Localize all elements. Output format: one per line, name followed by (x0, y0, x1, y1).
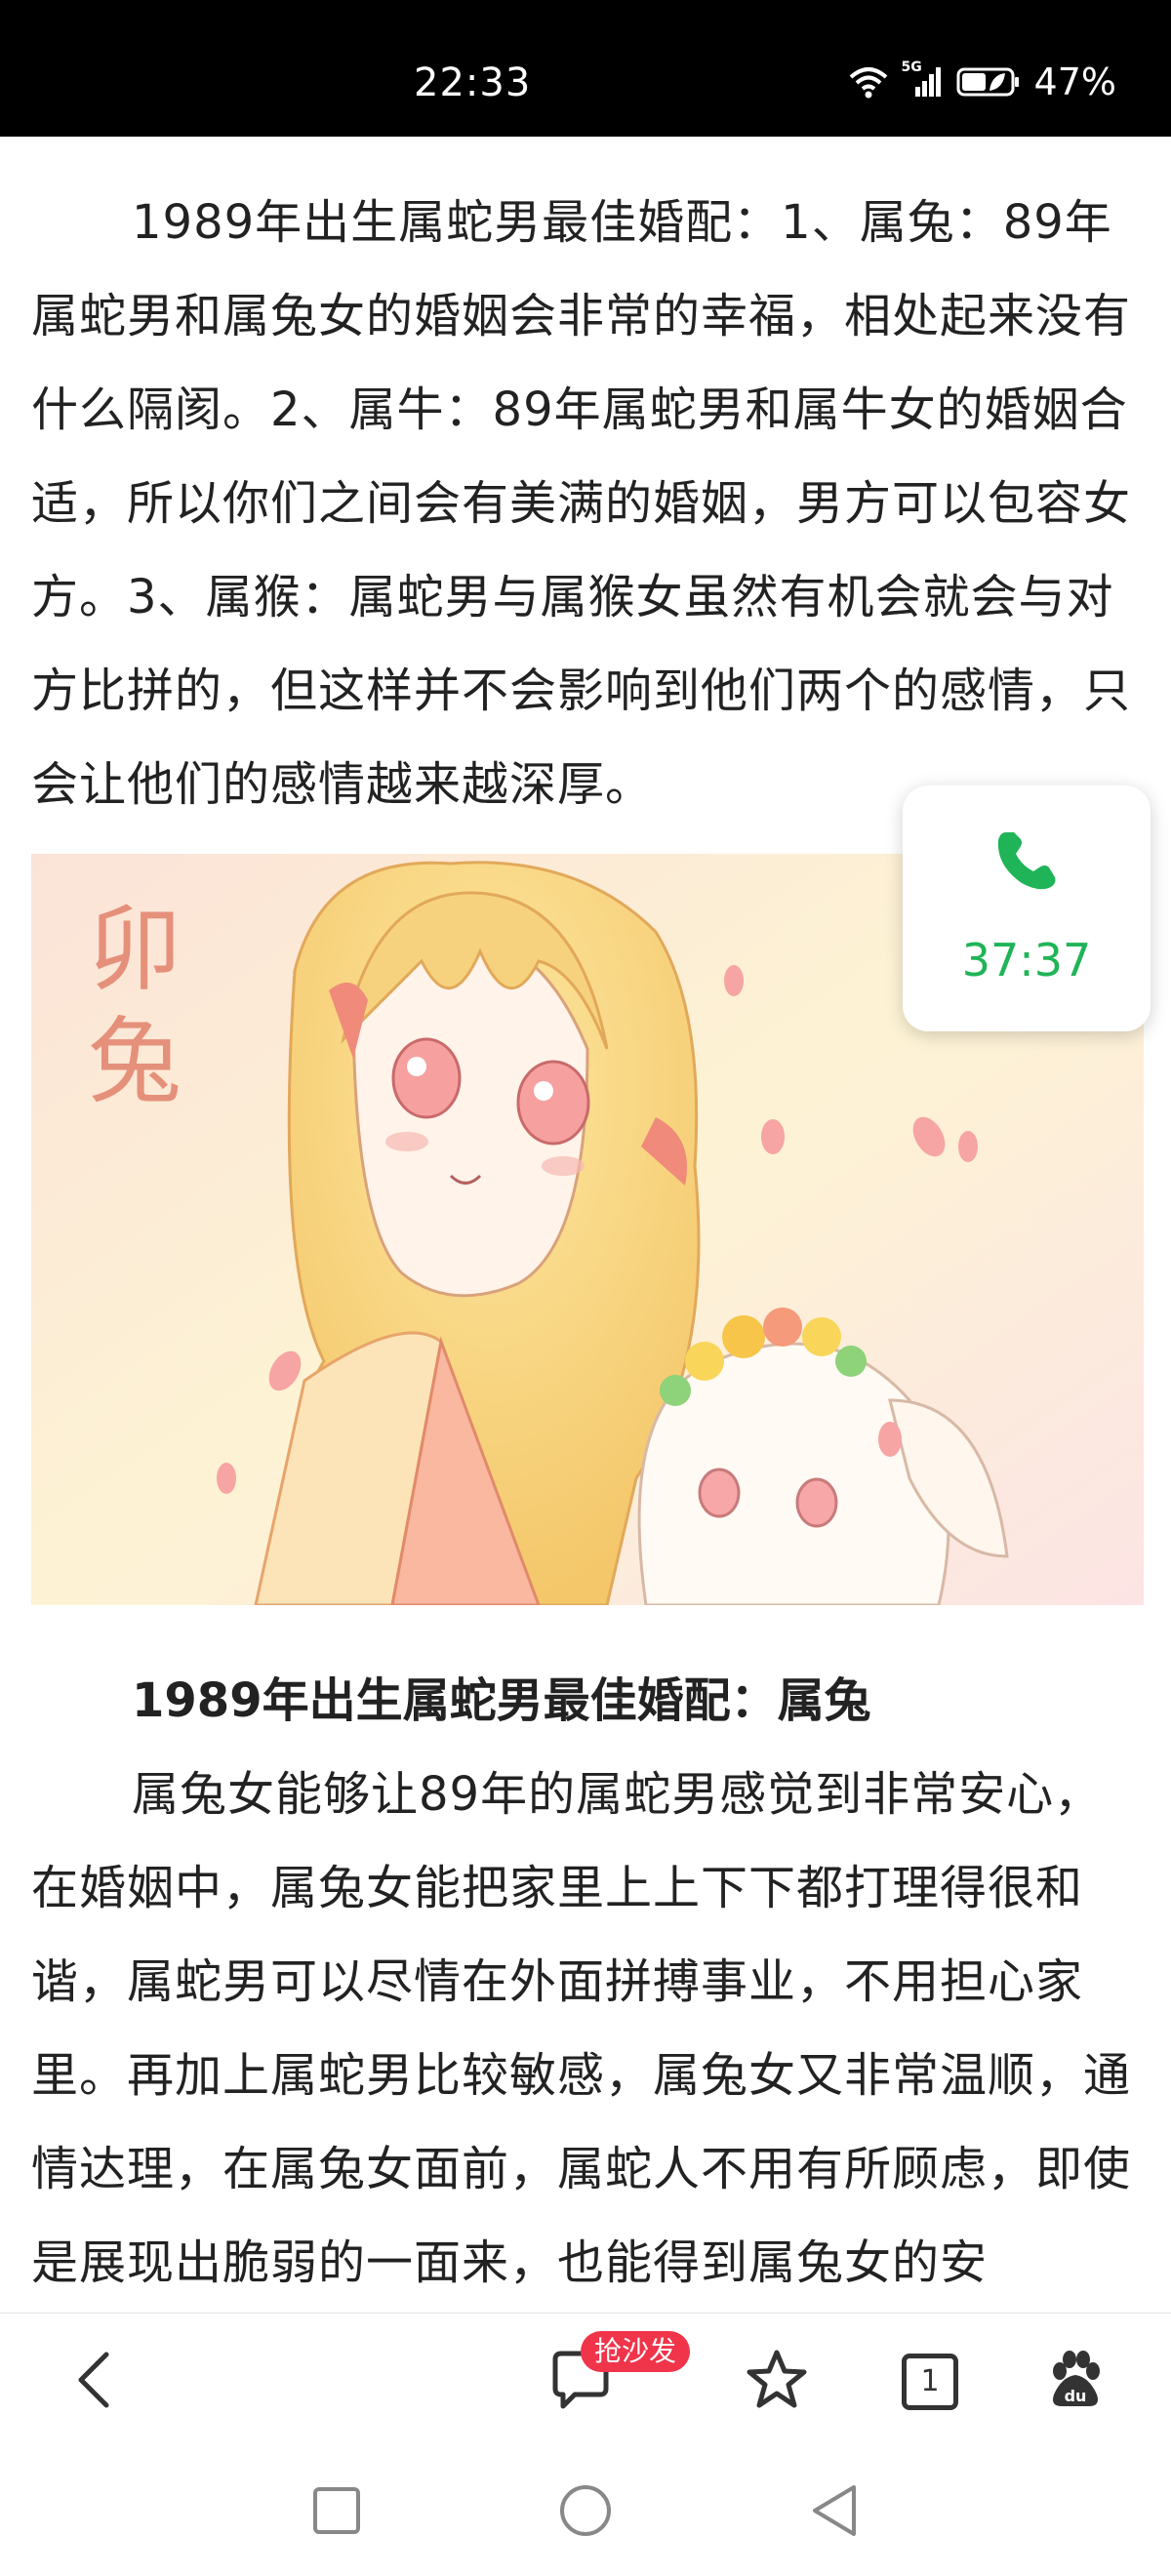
back-button[interactable] (53, 2341, 135, 2423)
browser-bottom-toolbar: 抢沙发 1 du (0, 2313, 1171, 2450)
star-icon (745, 2349, 809, 2415)
comment-badge: 抢沙发 (581, 2331, 691, 2372)
call-duration: 37:37 (961, 934, 1092, 986)
network-type-label: 5G (901, 60, 922, 75)
status-icons: 5G 47% (849, 60, 1116, 103)
back-icon (69, 2349, 118, 2415)
recents-button[interactable] (303, 2478, 371, 2547)
home-circle-icon (558, 2483, 613, 2542)
battery-percent: 47% (1033, 60, 1116, 103)
battery-icon (956, 65, 1021, 99)
section-heading: 1989年出生属蛇男最佳婚配：属兔 (132, 1673, 871, 1728)
article-paragraph-2: 属兔女能够让89年的属蛇男感觉到非常安心，在婚姻中，属兔女能把家里上上下下都打理… (31, 1767, 1132, 2290)
article-paragraph-1: 1989年出生属蛇男最佳婚配：1、属兔：89年属蛇男和属兔女的婚姻会非常的幸福，… (31, 195, 1132, 812)
tabs-button[interactable]: 1 (889, 2341, 971, 2423)
phone-icon (992, 826, 1061, 899)
tabs-icon: 1 (902, 2354, 958, 2410)
svg-text:du: du (1065, 2387, 1087, 2405)
system-navigation-bar (0, 2449, 1171, 2576)
back-triangle-icon (809, 2483, 860, 2542)
illustration-label-tu: 兔 (88, 1007, 182, 1116)
article-content: 1989年出生属蛇男最佳婚配：1、属兔：89年属蛇男和属兔女的婚姻会非常的幸福，… (0, 137, 1171, 2313)
status-time: 22:33 (414, 60, 532, 105)
recents-square-icon (311, 2485, 362, 2540)
signal-icon: 5G (902, 60, 943, 99)
baidu-paw-icon: du (1046, 2350, 1105, 2414)
tab-count: 1 (920, 2364, 940, 2398)
system-back-button[interactable] (800, 2478, 868, 2547)
baidu-button[interactable]: du (1034, 2341, 1116, 2423)
call-floating-widget[interactable]: 37:37 (903, 785, 1151, 1031)
favorite-button[interactable] (736, 2341, 818, 2423)
home-button[interactable] (551, 2478, 620, 2547)
status-bar: 22:33 5G 47% (0, 0, 1171, 137)
wifi-icon (849, 65, 888, 99)
